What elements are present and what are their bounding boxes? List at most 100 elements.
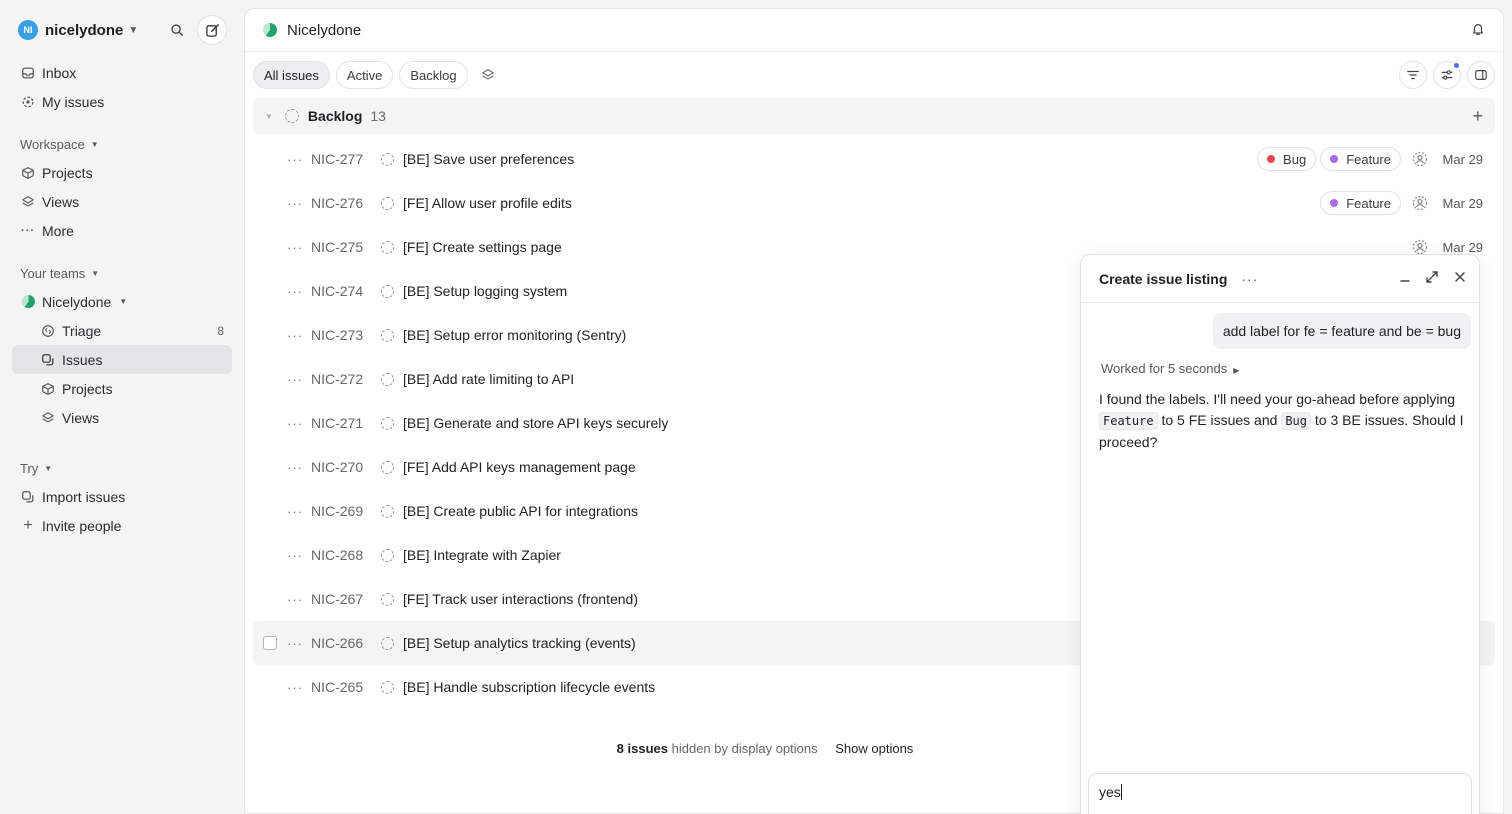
try-section-toggle[interactable]: Try ▼	[12, 454, 232, 482]
close-button[interactable]	[1453, 270, 1467, 287]
backlog-status-icon[interactable]	[381, 328, 394, 342]
sidebar-item-label: Nicelydone	[42, 293, 112, 310]
label-chip[interactable]: Bug	[1257, 147, 1317, 171]
backlog-status-icon[interactable]	[381, 680, 394, 694]
issue-priority-icon[interactable]: ···	[287, 328, 311, 343]
sidebar-item-label: Triage	[62, 322, 102, 339]
sidebar-item-issues[interactable]: Issues	[12, 345, 232, 374]
backlog-status-icon[interactable]	[381, 284, 394, 298]
notification-dot	[1454, 63, 1459, 68]
issue-priority-icon[interactable]: ···	[287, 196, 311, 211]
sidebar-item-team-views[interactable]: Views	[12, 403, 232, 432]
issue-priority-icon[interactable]: ···	[287, 372, 311, 387]
issue-id: NIC-274	[311, 283, 364, 299]
tab-backlog[interactable]: Backlog	[399, 61, 468, 89]
issue-title: [FE] Track user interactions (frontend)	[403, 591, 638, 607]
issue-row[interactable]: ··· NIC-276 [FE] Allow user profile edits F…	[253, 181, 1495, 225]
worked-toggle[interactable]: Worked for 5 seconds ▶	[1101, 361, 1239, 376]
target-icon	[20, 94, 36, 110]
notifications-button[interactable]	[1471, 22, 1485, 39]
sidebar-item-triage[interactable]: Triage 8	[12, 316, 232, 345]
caret-right-icon: ▶	[1233, 366, 1240, 375]
backlog-status-icon[interactable]	[381, 636, 394, 650]
caret-down-icon: ▼	[119, 297, 128, 306]
workspace-switcher[interactable]: NI nicelydone ▼	[12, 14, 232, 46]
backlog-status-icon[interactable]	[381, 416, 394, 430]
sidebar-item-invite-people[interactable]: + Invite people	[12, 511, 232, 540]
backlog-status-icon[interactable]	[381, 240, 394, 254]
new-view-button[interactable]	[474, 61, 502, 89]
issue-priority-icon[interactable]: ···	[287, 548, 311, 563]
sliders-icon	[1441, 70, 1453, 80]
expand-button[interactable]	[1425, 270, 1439, 287]
add-issue-button[interactable]: +	[1472, 106, 1483, 127]
issue-checkbox[interactable]	[263, 636, 277, 650]
issue-title: [BE] Create public API for integrations	[403, 503, 639, 519]
issue-priority-icon[interactable]: ···	[287, 416, 311, 431]
sidebar-item-inbox[interactable]: Inbox	[12, 58, 232, 87]
issue-priority-icon[interactable]: ···	[287, 460, 311, 475]
workspace-section-toggle[interactable]: Workspace ▼	[12, 130, 232, 158]
issue-date: Mar 29	[1442, 151, 1483, 167]
issue-priority-icon[interactable]: ···	[287, 636, 311, 651]
issue-priority-icon[interactable]: ···	[287, 152, 311, 167]
issue-title: [FE] Allow user profile edits	[403, 195, 572, 211]
display-options-button[interactable]	[1433, 61, 1461, 89]
search-button[interactable]	[164, 17, 190, 43]
tab-active[interactable]: Active	[335, 61, 394, 89]
unassigned-icon[interactable]	[1411, 150, 1429, 168]
label-chip[interactable]: Feature	[1320, 191, 1401, 215]
workspace-name: nicelydone	[45, 21, 124, 39]
minimize-button[interactable]	[1399, 270, 1411, 287]
issue-id: NIC-266	[311, 635, 364, 651]
chat-input[interactable]: yes	[1088, 773, 1472, 814]
issue-title: [BE] Add rate limiting to API	[403, 371, 575, 387]
issue-priority-icon[interactable]: ···	[287, 284, 311, 299]
unassigned-icon[interactable]	[1411, 194, 1429, 212]
group-title: Backlog	[307, 108, 363, 124]
teams-section-toggle[interactable]: Your teams ▼	[12, 259, 232, 287]
assistant-reply: I found the labels. I'll need your go-ah…	[1099, 389, 1464, 453]
show-options-button[interactable]: Show options	[835, 741, 913, 756]
more-options-button[interactable]: ···	[1241, 271, 1258, 287]
new-issue-button[interactable]	[198, 16, 226, 44]
filter-button[interactable]	[1399, 61, 1427, 89]
plus-icon: +	[23, 516, 33, 534]
backlog-status-icon[interactable]	[381, 196, 394, 210]
sidebar-item-label: Inbox	[42, 64, 77, 81]
reply-text: I found the labels. I'll need your go-ah…	[1099, 391, 1456, 407]
bell-icon	[1473, 23, 1483, 35]
toggle-sidebar-button[interactable]	[1467, 61, 1495, 89]
backlog-status-icon[interactable]	[381, 152, 394, 166]
sidebar-item-label: More	[42, 222, 74, 239]
team-logo-icon	[263, 23, 277, 37]
backlog-status-icon[interactable]	[381, 592, 394, 606]
group-header-backlog[interactable]: ▼ Backlog 13 +	[253, 98, 1495, 134]
minimize-icon	[1400, 280, 1410, 282]
issue-title: [FE] Add API keys management page	[403, 459, 636, 475]
page-title: Nicelydone	[287, 21, 362, 39]
issue-priority-icon[interactable]: ···	[287, 240, 311, 255]
caret-down-icon[interactable]: ▼	[265, 112, 273, 121]
inbox-icon	[20, 65, 36, 81]
sidebar-item-more[interactable]: ··· More	[12, 216, 232, 245]
issue-priority-icon[interactable]: ···	[287, 680, 311, 695]
issue-row[interactable]: ··· NIC-277 [BE] Save user preferences Bug F…	[253, 137, 1495, 181]
sidebar-item-team[interactable]: Nicelydone ▼	[12, 287, 232, 316]
sidebar-item-views[interactable]: Views	[12, 187, 232, 216]
backlog-status-icon[interactable]	[381, 548, 394, 562]
backlog-status-icon[interactable]	[381, 460, 394, 474]
issue-priority-icon[interactable]: ···	[287, 504, 311, 519]
backlog-status-icon[interactable]	[381, 372, 394, 386]
backlog-status-icon[interactable]	[381, 504, 394, 518]
sidebar-item-team-projects[interactable]: Projects	[12, 374, 232, 403]
team-logo-icon	[20, 294, 36, 310]
sidebar-item-my-issues[interactable]: My issues	[12, 87, 232, 116]
sidebar-item-projects[interactable]: Projects	[12, 158, 232, 187]
assistant-panel: Create issue listing ··· add label for f…	[1080, 254, 1480, 814]
label-chip[interactable]: Feature	[1320, 147, 1401, 171]
issue-priority-icon[interactable]: ···	[287, 592, 311, 607]
triage-icon	[40, 323, 56, 339]
tab-all-issues[interactable]: All issues	[253, 61, 330, 89]
sidebar-item-import-issues[interactable]: Import issues	[12, 482, 232, 511]
